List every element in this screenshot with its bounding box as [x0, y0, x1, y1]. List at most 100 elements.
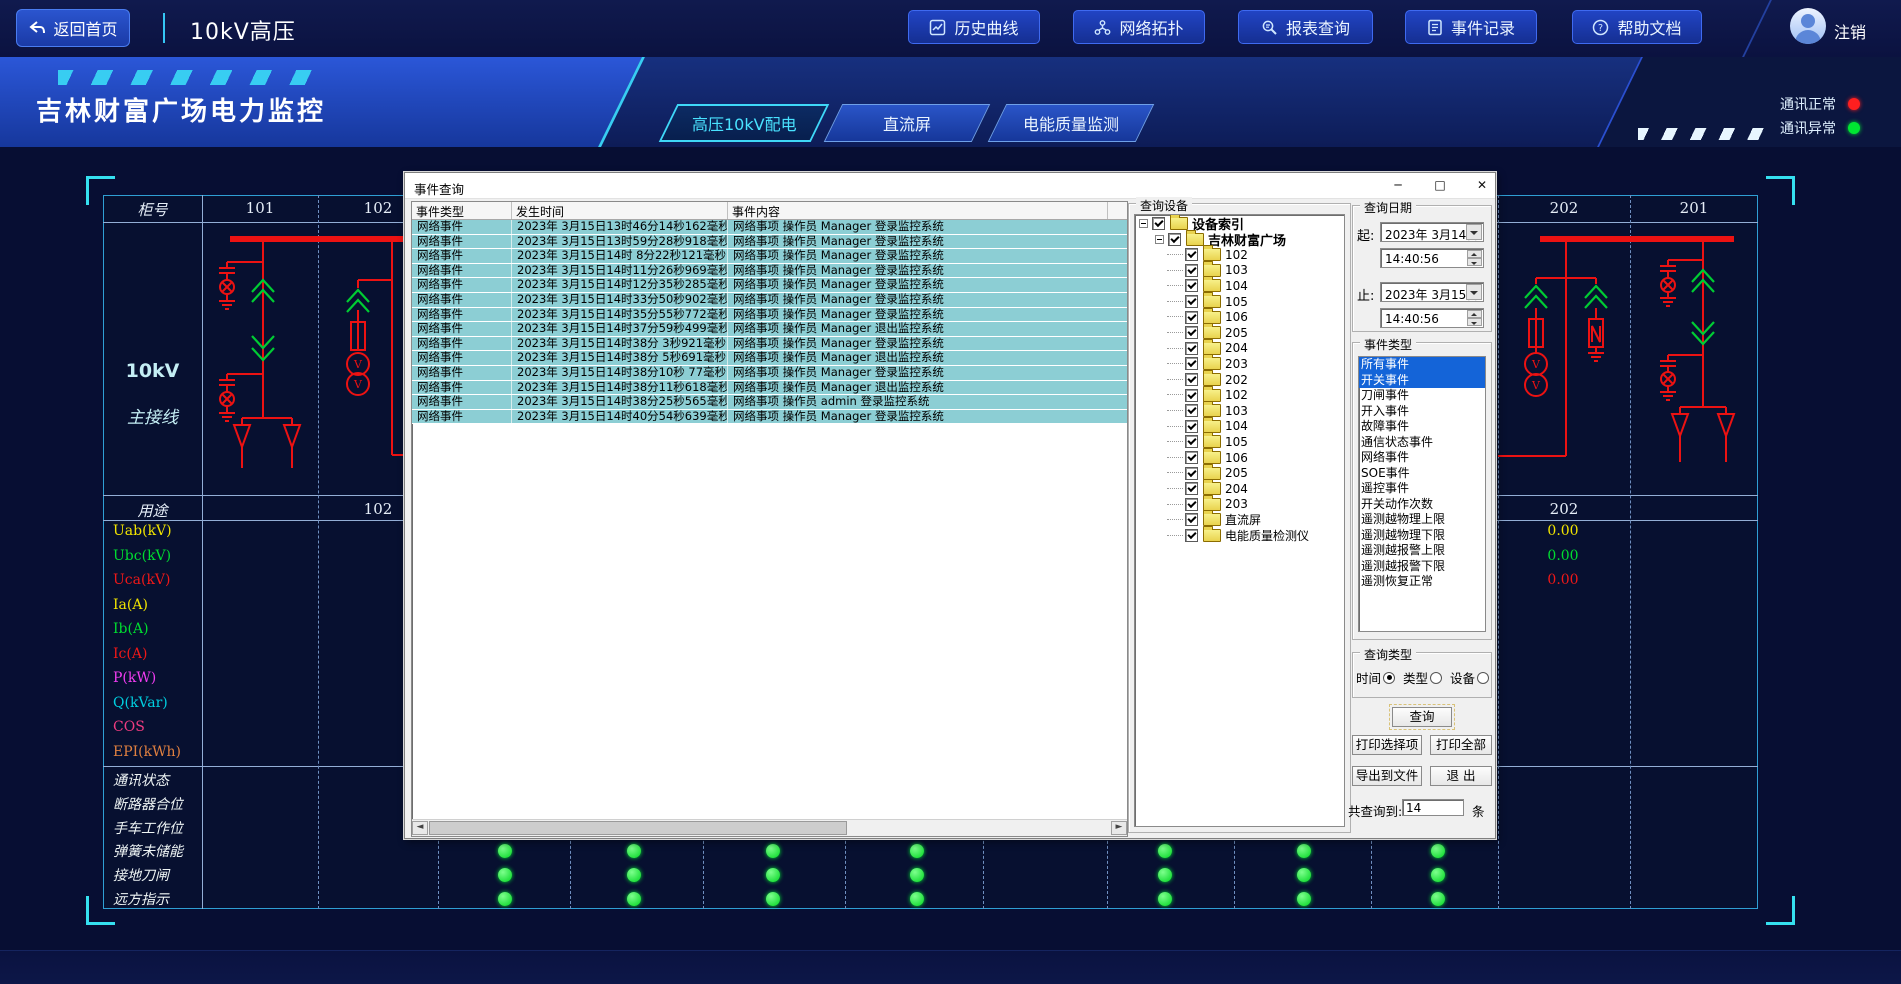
list-item[interactable]: 刀闸事件 — [1359, 388, 1485, 404]
nav-help-doc-button[interactable]: ? 帮助文档 — [1572, 10, 1702, 44]
tree-device-item[interactable]: 106 — [1135, 450, 1344, 466]
list-item[interactable]: 遥控事件 — [1359, 481, 1485, 497]
list-item[interactable]: 通信状态事件 — [1359, 435, 1485, 451]
to-time-spinner[interactable]: 14:40:56 — [1380, 308, 1484, 328]
spin-up-icon[interactable] — [1467, 310, 1482, 318]
list-item[interactable]: 遥测越报警下限 — [1359, 559, 1485, 575]
to-date-picker[interactable]: 2023年 3月15日 — [1380, 282, 1484, 302]
maximize-icon[interactable]: □ — [1425, 176, 1455, 195]
table-row[interactable]: 网络事件 2023年 3月15日14时35分55秒772毫秒 网络事项 操作员 … — [412, 308, 1127, 323]
dialog-title-bar[interactable]: 事件查询 ─ □ ✕ — [405, 173, 1495, 199]
from-time-spinner[interactable]: 14:40:56 — [1380, 248, 1484, 268]
nav-network-topology-button[interactable]: 网络拓扑 — [1073, 10, 1205, 44]
nav-history-curve-button[interactable]: 历史曲线 — [908, 10, 1040, 44]
table-row[interactable]: 网络事件 2023年 3月15日14时38分 3秒921毫秒 网络事项 操作员 … — [412, 337, 1127, 352]
radio-button-icon[interactable] — [1383, 672, 1395, 684]
checkbox-checked[interactable] — [1185, 264, 1198, 277]
spin-down-icon[interactable] — [1467, 318, 1482, 326]
tree-device-item[interactable]: 103 — [1135, 263, 1344, 279]
minimize-icon[interactable]: ─ — [1383, 176, 1413, 195]
tree-device-item[interactable]: 204 — [1135, 341, 1344, 357]
spin-up-icon[interactable] — [1467, 250, 1482, 258]
checkbox-checked[interactable] — [1185, 513, 1198, 526]
table-row[interactable]: 网络事件 2023年 3月15日14时38分10秒 77毫秒 网络事项 操作员 … — [412, 366, 1127, 381]
radio-option[interactable]: 时间 — [1356, 668, 1395, 687]
checkbox-checked[interactable] — [1185, 248, 1198, 261]
spin-down-icon[interactable] — [1467, 258, 1482, 266]
table-row[interactable]: 网络事件 2023年 3月15日14时40分54秒639毫秒 网络事项 操作员 … — [412, 410, 1127, 425]
table-row[interactable]: 网络事件 2023年 3月15日14时11分26秒969毫秒 网络事项 操作员 … — [412, 264, 1127, 279]
list-item[interactable]: 网络事件 — [1359, 450, 1485, 466]
chevron-down-icon[interactable] — [1466, 284, 1482, 300]
tree-device-item[interactable]: 104 — [1135, 419, 1344, 435]
tab-power-quality[interactable]: 电能质量监测 — [988, 104, 1155, 142]
list-item[interactable]: SOE事件 — [1359, 466, 1485, 482]
checkbox-checked[interactable] — [1185, 529, 1198, 542]
column-header-occur-time[interactable]: 发生时间 — [512, 202, 728, 219]
scrollbar-thumb[interactable] — [429, 821, 847, 835]
checkbox-checked[interactable] — [1185, 373, 1198, 386]
tree-device-item[interactable]: 直流屏 — [1135, 512, 1344, 528]
column-header-event-type[interactable]: 事件类型 — [412, 202, 512, 219]
tree-device-item[interactable]: 205 — [1135, 325, 1344, 341]
list-item[interactable]: 开关事件 — [1359, 373, 1485, 389]
tree-device-item[interactable]: 203 — [1135, 497, 1344, 513]
from-date-picker[interactable]: 2023年 3月14日 — [1380, 222, 1484, 242]
checkbox-checked[interactable] — [1185, 357, 1198, 370]
exit-button[interactable]: 退 出 — [1430, 766, 1492, 786]
list-item[interactable]: 遥测越物理上限 — [1359, 512, 1485, 528]
print-selected-button[interactable]: 打印选择项 — [1352, 735, 1422, 755]
radio-button-icon[interactable] — [1477, 672, 1489, 684]
tree-device-item[interactable]: 105 — [1135, 294, 1344, 310]
table-row[interactable]: 网络事件 2023年 3月15日13时46分14秒162毫秒 网络事项 操作员 … — [412, 220, 1127, 235]
table-row[interactable]: 网络事件 2023年 3月15日14时38分25秒565毫秒 网络事项 操作员 … — [412, 395, 1127, 410]
user-avatar[interactable] — [1790, 8, 1826, 44]
table-row[interactable]: 网络事件 2023年 3月15日14时33分50秒902毫秒 网络事项 操作员 … — [412, 293, 1127, 308]
tab-dc-panel[interactable]: 直流屏 — [824, 104, 991, 142]
checkbox-checked[interactable] — [1185, 389, 1198, 402]
horizontal-scrollbar[interactable]: ◄ ► — [412, 819, 1127, 836]
back-home-button[interactable]: 返回首页 — [16, 9, 130, 47]
collapse-icon[interactable] — [1139, 219, 1148, 228]
checkbox-checked[interactable] — [1185, 451, 1198, 464]
table-row[interactable]: 网络事件 2023年 3月15日14时38分 5秒691毫秒 网络事项 操作员 … — [412, 351, 1127, 366]
query-button[interactable]: 查询 — [1392, 707, 1452, 727]
table-row[interactable]: 网络事件 2023年 3月15日14时12分35秒285毫秒 网络事项 操作员 … — [412, 278, 1127, 293]
list-item[interactable]: 遥测越报警上限 — [1359, 543, 1485, 559]
list-item[interactable]: 遥测越物理下限 — [1359, 528, 1485, 544]
tree-device-item[interactable]: 106 — [1135, 309, 1344, 325]
checkbox-checked[interactable] — [1185, 295, 1198, 308]
checkbox-checked[interactable] — [1185, 435, 1198, 448]
nav-report-query-button[interactable]: 报表查询 — [1238, 10, 1373, 44]
tree-device-item[interactable]: 202 — [1135, 372, 1344, 388]
table-row[interactable]: 网络事件 2023年 3月15日14时38分11秒618毫秒 网络事项 操作员 … — [412, 381, 1127, 396]
checkbox-checked[interactable] — [1185, 342, 1198, 355]
tree-device-item[interactable]: 203 — [1135, 356, 1344, 372]
close-icon[interactable]: ✕ — [1467, 176, 1497, 195]
export-file-button[interactable]: 导出到文件 — [1352, 766, 1422, 786]
checkbox-checked[interactable] — [1185, 482, 1198, 495]
list-item[interactable]: 故障事件 — [1359, 419, 1485, 435]
tree-device-item[interactable]: 103 — [1135, 403, 1344, 419]
list-item[interactable]: 开入事件 — [1359, 404, 1485, 420]
checkbox-checked[interactable] — [1168, 233, 1181, 246]
scroll-right-arrow-icon[interactable]: ► — [1111, 821, 1127, 835]
list-item[interactable]: 开关动作次数 — [1359, 497, 1485, 513]
tree-device-item[interactable]: 102 — [1135, 247, 1344, 263]
print-all-button[interactable]: 打印全部 — [1430, 735, 1492, 755]
checkbox-checked[interactable] — [1152, 217, 1165, 230]
radio-button-icon[interactable] — [1430, 672, 1442, 684]
checkbox-checked[interactable] — [1185, 467, 1198, 480]
tree-device-item[interactable]: 105 — [1135, 434, 1344, 450]
list-item[interactable]: 所有事件 — [1359, 357, 1485, 373]
radio-option[interactable]: 设备 — [1450, 668, 1489, 687]
radio-option[interactable]: 类型 — [1403, 668, 1442, 687]
tree-device-item[interactable]: 205 — [1135, 465, 1344, 481]
tree-device-item[interactable]: 104 — [1135, 278, 1344, 294]
table-row[interactable]: 网络事件 2023年 3月15日14时 8分22秒121毫秒 网络事项 操作员 … — [412, 249, 1127, 264]
tree-device-item[interactable]: 102 — [1135, 387, 1344, 403]
collapse-icon[interactable] — [1155, 235, 1164, 244]
checkbox-checked[interactable] — [1185, 326, 1198, 339]
checkbox-checked[interactable] — [1185, 279, 1198, 292]
tree-site-row[interactable]: 吉林财富广场 — [1135, 231, 1344, 247]
